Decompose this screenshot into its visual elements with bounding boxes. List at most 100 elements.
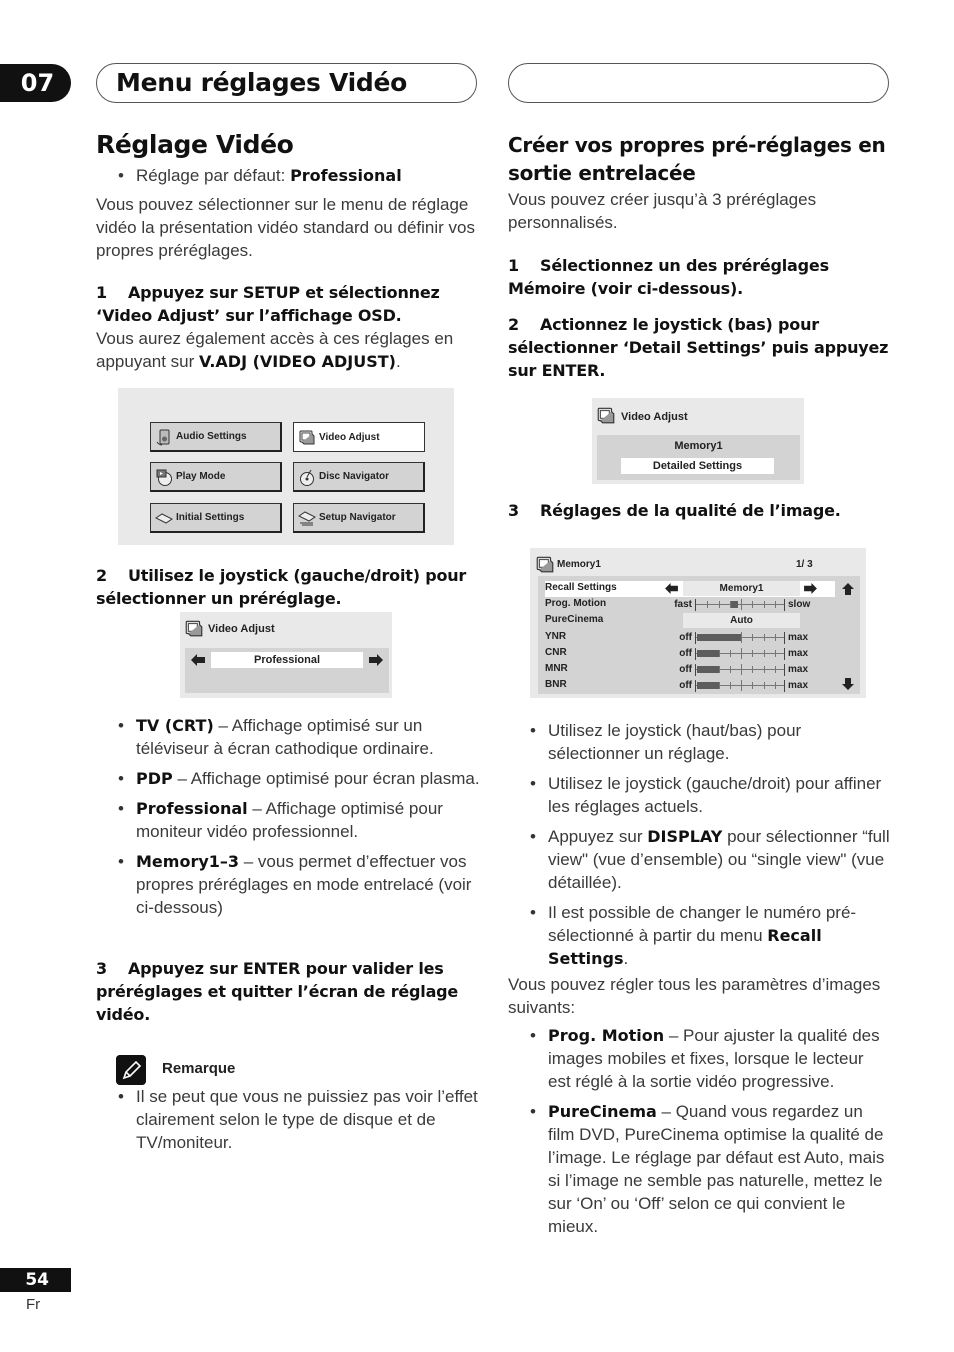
tip-item: Il est possible de changer le numéro pré… <box>528 901 890 970</box>
setting-row[interactable]: PureCinema Auto <box>538 613 838 629</box>
menu-audio-settings[interactable]: Audio Settings <box>150 422 282 452</box>
tip-item: Utilisez le joystick (haut/bas) pour sél… <box>528 719 890 765</box>
arrow-left-icon[interactable] <box>191 654 205 666</box>
setting-label: CNR <box>545 646 567 658</box>
right-section-title: Créer vos propres pré-réglages en sortie… <box>508 133 886 185</box>
setting-label: BNR <box>545 679 567 691</box>
setup-menu-screen: Audio Settings Video Adjust Play Mode Di… <box>118 388 454 545</box>
slider-fill <box>697 633 741 641</box>
default-label: Réglage par défaut: <box>136 166 291 185</box>
slider-tick <box>741 599 742 611</box>
params-intro: Vous pouvez régler tous les paramètres d… <box>508 975 881 1017</box>
tips-list: Utilisez le joystick (haut/bas) pour sél… <box>528 719 890 977</box>
scroll-down-icon[interactable] <box>842 678 854 690</box>
setting-row[interactable]: CNR off max <box>538 647 838 661</box>
tv-icon <box>299 430 315 445</box>
play-mode-disc-icon <box>156 469 172 486</box>
default-setting: • Réglage par défaut: Professional <box>118 166 402 185</box>
chapter-title: Menu réglages Vidéo <box>116 68 407 97</box>
setting-row[interactable]: YNR off max <box>538 631 838 645</box>
preset-selector[interactable]: Professional <box>211 652 363 668</box>
osd-title: Video Adjust <box>621 411 688 423</box>
slider-tick <box>718 601 720 609</box>
slider-fill <box>697 666 719 673</box>
speaker-icon <box>156 429 170 445</box>
setting-slider[interactable] <box>695 664 785 676</box>
slider-tick <box>752 682 754 690</box>
slider-max-label: max <box>788 631 809 643</box>
disc-navigator-icon <box>300 469 314 486</box>
menu-setup-navigator[interactable]: Setup Navigator <box>293 503 425 533</box>
osd-panel: Professional <box>185 648 389 693</box>
slider-tick <box>763 601 765 609</box>
setting-slider[interactable] <box>695 680 785 693</box>
slider-tick <box>741 631 742 643</box>
setting-row[interactable]: Recall Settings Memory1 <box>538 581 838 596</box>
preset-item: Memory1–3 – vous permet d’effectuer vos … <box>116 850 481 919</box>
slider-fill <box>697 649 719 657</box>
tv-icon <box>597 407 615 424</box>
detail-settings-screen: Memory1 1/ 3 Recall Settings Memory1 Prog.… <box>530 548 866 698</box>
slider-max-label: max <box>788 647 809 659</box>
step-1-body: Vous aurez également accès à ces réglage… <box>96 329 454 371</box>
slider-max-label: slow <box>788 599 811 611</box>
right-step-1: 1 Sélectionnez un des préréglages Mémoire… <box>508 256 829 298</box>
slider-max-label: max <box>788 680 809 692</box>
slider-tick <box>763 666 765 673</box>
step-1-heading: 1 Appuyez sur SETUP et sélectionnez ‘Vide… <box>96 283 440 325</box>
setting-row[interactable]: MNR off max <box>538 663 838 677</box>
slider-tick <box>763 682 765 690</box>
setting-label: Recall Settings <box>545 582 617 593</box>
detailed-settings-option[interactable]: Detailed Settings <box>621 458 774 474</box>
slider-tick <box>752 601 754 609</box>
slider-tick <box>774 649 776 657</box>
menu-play-mode[interactable]: Play Mode <box>150 462 282 492</box>
tip-item: Utilisez le joystick (gauche/droit) pour… <box>528 772 890 818</box>
slider-min-label: off <box>679 680 692 692</box>
setting-slider[interactable] <box>695 631 785 644</box>
arrow-right-icon[interactable] <box>804 583 817 594</box>
setting-slider[interactable] <box>695 647 785 660</box>
params-list: Prog. Motion – Pour ajuster la qualité d… <box>528 1024 890 1245</box>
preset-item: PDP – Affichage optimisé pour écran plas… <box>116 767 481 790</box>
setting-slider[interactable] <box>695 599 785 612</box>
arrow-left-icon[interactable] <box>665 583 678 594</box>
setting-value-selector[interactable]: Auto <box>683 613 800 629</box>
menu-video-adjust[interactable]: Video Adjust <box>293 422 425 452</box>
arrow-right-icon[interactable] <box>369 654 383 666</box>
tip-item: Appuyez sur DISPLAY pour sélectionner “f… <box>528 825 890 894</box>
param-item: PureCinema – Quand vous regardez un film… <box>528 1100 890 1238</box>
slider-tick <box>763 649 765 657</box>
slider-min-label: off <box>679 647 692 659</box>
slider-min-label: fast <box>674 599 692 611</box>
chapter-number-tab: 07 <box>0 64 71 102</box>
slider-tick <box>741 647 742 659</box>
initial-settings-icon <box>155 512 173 524</box>
slider-tick <box>741 680 742 692</box>
scroll-up-icon[interactable] <box>842 583 854 595</box>
tv-icon <box>185 620 203 637</box>
section-title: Réglage Vidéo <box>96 130 294 159</box>
menu-disc-navigator[interactable]: Disc Navigator <box>293 462 425 492</box>
step-2-heading: 2 Utilisez le joystick (gauche/droit) pou… <box>96 566 467 608</box>
slider-tick <box>729 666 731 673</box>
note-title: Remarque <box>162 1060 236 1077</box>
setting-label: PureCinema <box>545 614 604 626</box>
setting-row[interactable]: BNR off max <box>538 679 838 693</box>
menu-initial-settings[interactable]: Initial Settings <box>150 503 282 533</box>
param-item: Prog. Motion – Pour ajuster la qualité d… <box>528 1024 890 1093</box>
slider-knob[interactable] <box>731 601 738 609</box>
slider-tick <box>729 682 731 690</box>
setting-label: YNR <box>545 630 567 642</box>
slider-tick <box>729 649 731 657</box>
settings-panel: Recall Settings Memory1 Prog. Motion fast sl… <box>538 576 860 694</box>
right-step-3: 3 Réglages de la qualité de l’image. <box>508 501 841 520</box>
slider-tick <box>763 633 765 641</box>
pencil-note-icon <box>116 1055 146 1085</box>
setting-row[interactable]: Prog. Motion fast slow <box>538 598 838 612</box>
memory-label: Memory1 <box>674 440 723 452</box>
setting-value-selector[interactable]: Memory1 <box>683 581 800 596</box>
osd-title: Video Adjust <box>208 623 275 635</box>
slider-tick <box>752 633 754 641</box>
right-step-2: 2 Actionnez le joystick (bas) pour sélect… <box>508 315 889 380</box>
